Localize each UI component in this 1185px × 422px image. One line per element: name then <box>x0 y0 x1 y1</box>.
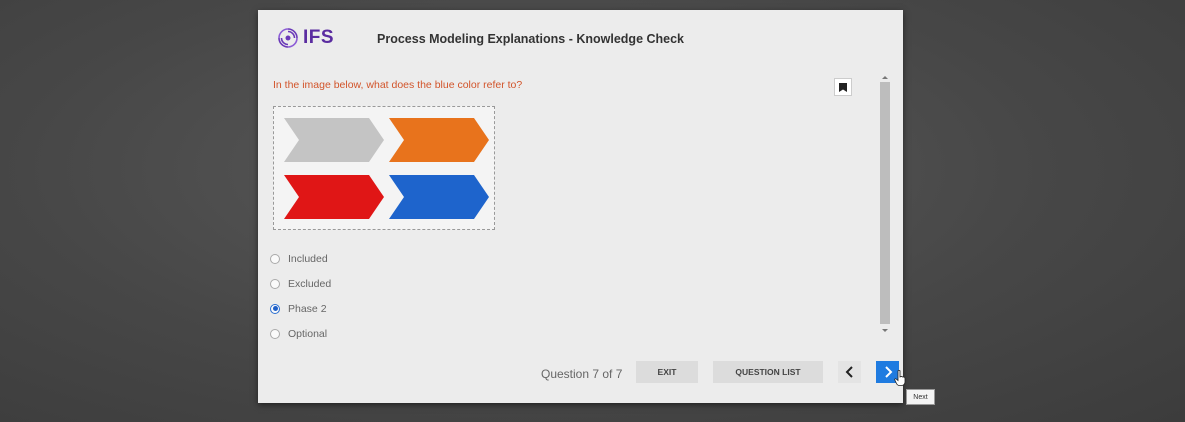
scrollbar[interactable] <box>880 76 890 332</box>
option-included[interactable]: Included <box>270 246 331 271</box>
gray-chevron <box>284 118 384 162</box>
orange-chevron <box>389 118 489 162</box>
chevron-left-icon <box>845 366 853 378</box>
scrollbar-thumb[interactable] <box>880 82 890 324</box>
option-optional[interactable]: Optional <box>270 321 331 346</box>
question-counter: Question 7 of 7 <box>541 367 623 381</box>
question-list-button[interactable]: QUESTION LIST <box>713 361 823 383</box>
logo-text: IFS <box>303 27 335 48</box>
blue-chevron <box>389 175 489 219</box>
radio-button[interactable] <box>270 278 280 289</box>
option-label: Included <box>288 252 328 265</box>
ifs-logo-icon <box>278 28 298 48</box>
chevron-diagram <box>284 118 489 219</box>
radio-button[interactable] <box>270 328 280 339</box>
option-label: Optional <box>288 327 328 340</box>
previous-button[interactable] <box>838 361 861 383</box>
scroll-down-arrow-icon[interactable] <box>882 329 888 332</box>
radio-button-selected[interactable] <box>270 303 280 314</box>
header: IFS Process Modeling Explanations - Know… <box>258 10 903 68</box>
bookmark-button[interactable] <box>834 78 852 96</box>
next-tooltip: Next <box>906 389 935 405</box>
footer-nav: Question 7 of 7 EXIT QUESTION LIST <box>258 360 903 390</box>
page-title: Process Modeling Explanations - Knowledg… <box>377 32 685 46</box>
option-excluded[interactable]: Excluded <box>270 271 331 296</box>
ifs-logo: IFS <box>276 27 334 49</box>
hand-cursor-icon <box>894 370 906 386</box>
question-image <box>273 106 495 230</box>
option-phase-2[interactable]: Phase 2 <box>270 296 331 321</box>
exit-button[interactable]: EXIT <box>636 361 698 383</box>
answer-options: Included Excluded Phase 2 Optional <box>270 246 331 346</box>
radio-button[interactable] <box>270 253 280 264</box>
bookmark-icon <box>839 82 847 92</box>
option-label: Phase 2 <box>288 302 327 315</box>
chevron-right-icon <box>884 366 892 378</box>
red-chevron <box>284 175 384 219</box>
quiz-window: IFS Process Modeling Explanations - Know… <box>258 10 906 403</box>
scroll-up-arrow-icon[interactable] <box>882 76 888 79</box>
question-text: In the image below, what does the blue c… <box>273 79 523 91</box>
option-label: Excluded <box>288 277 332 290</box>
